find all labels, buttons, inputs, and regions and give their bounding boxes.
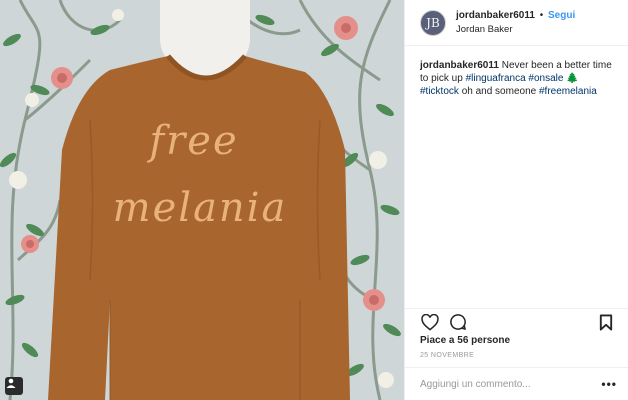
tree-emoji: 🌲: [566, 73, 579, 84]
comment-bar: •••: [405, 367, 628, 400]
author-info: jordanbaker6011 • Segui Jordan Baker: [456, 9, 575, 37]
follow-button[interactable]: Segui: [548, 10, 575, 21]
sweater-embroidery-line1: free: [149, 118, 239, 164]
avatar-initials: JB: [426, 15, 440, 30]
hashtag-onsale[interactable]: #onsale: [528, 73, 563, 84]
bookmark-icon[interactable]: [595, 311, 617, 333]
action-bar: [405, 308, 628, 335]
post-date[interactable]: 25 NOVEMBRE: [420, 352, 474, 359]
hashtag-ticktock[interactable]: #ticktock: [420, 86, 459, 97]
caption-text-2: oh and someone: [461, 86, 537, 97]
separator-dot: •: [539, 9, 544, 21]
post-sidebar: JB jordanbaker6011 • Segui Jordan Baker …: [404, 0, 628, 400]
likes-count[interactable]: Piace a 56 persone: [420, 335, 510, 346]
sweater-embroidery-line2: melania: [112, 185, 288, 231]
author-username[interactable]: jordanbaker6011: [456, 10, 535, 21]
post-header: JB jordanbaker6011 • Segui Jordan Baker: [405, 0, 628, 46]
person-tag-icon[interactable]: [5, 377, 23, 395]
post-caption: jordanbaker6011 Never been a better time…: [405, 46, 628, 308]
author-line: jordanbaker6011 • Segui: [456, 9, 575, 23]
heart-icon[interactable]: [419, 311, 441, 333]
avatar[interactable]: JB: [420, 9, 446, 36]
caption-username[interactable]: jordanbaker6011: [420, 60, 499, 71]
author-display-name: Jordan Baker: [456, 23, 513, 35]
comment-icon[interactable]: [447, 311, 469, 333]
hashtag-freemelania[interactable]: #freemelania: [539, 86, 597, 97]
post-photo[interactable]: free melania: [0, 0, 404, 400]
hashtag-linguafranca[interactable]: #linguafranca: [466, 73, 526, 84]
more-options-icon[interactable]: •••: [601, 377, 617, 391]
comment-input[interactable]: [420, 378, 602, 390]
